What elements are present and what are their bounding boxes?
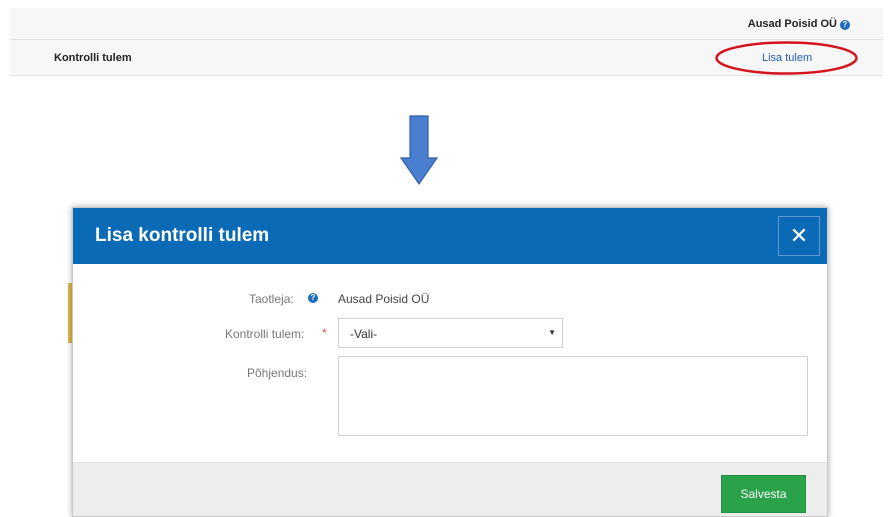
company-name: Ausad Poisid OÜ — [747, 18, 837, 30]
control-result-field-label: Kontrolli tulem: — [225, 327, 305, 341]
control-result-select[interactable]: -Vali- ▼ — [338, 318, 563, 348]
add-control-result-dialog: Lisa kontrolli tulem ✕ Taotleja: ? Ausad… — [72, 207, 828, 517]
help-icon[interactable]: ? — [840, 20, 850, 30]
reason-label: Põhjendus: — [247, 366, 308, 380]
help-icon[interactable]: ? — [308, 293, 318, 303]
company-row: Ausad Poisid OÜ ? — [10, 8, 883, 40]
applicant-label: Taotleja: — [249, 292, 294, 306]
selected-option: -Vali- — [350, 327, 378, 341]
dialog-title: Lisa kontrolli tulem — [95, 225, 270, 246]
save-button[interactable]: Salvesta — [721, 475, 806, 513]
dialog-body: Taotleja: ? Ausad Poisid OÜ Kontrolli tu… — [73, 264, 827, 462]
dialog-header: Lisa kontrolli tulem ✕ — [73, 208, 827, 264]
reason-textarea[interactable] — [338, 356, 808, 436]
dialog-footer: Salvesta — [73, 462, 827, 516]
close-button[interactable]: ✕ — [778, 216, 820, 256]
required-marker: * — [322, 326, 327, 340]
down-arrow-icon — [399, 115, 439, 186]
caret-down-icon: ▼ — [548, 328, 556, 337]
applicant-value: Ausad Poisid OÜ — [338, 292, 430, 306]
highlight-ellipse — [715, 41, 858, 75]
close-icon: ✕ — [789, 223, 809, 248]
control-result-label: Kontrolli tulem — [54, 52, 132, 64]
